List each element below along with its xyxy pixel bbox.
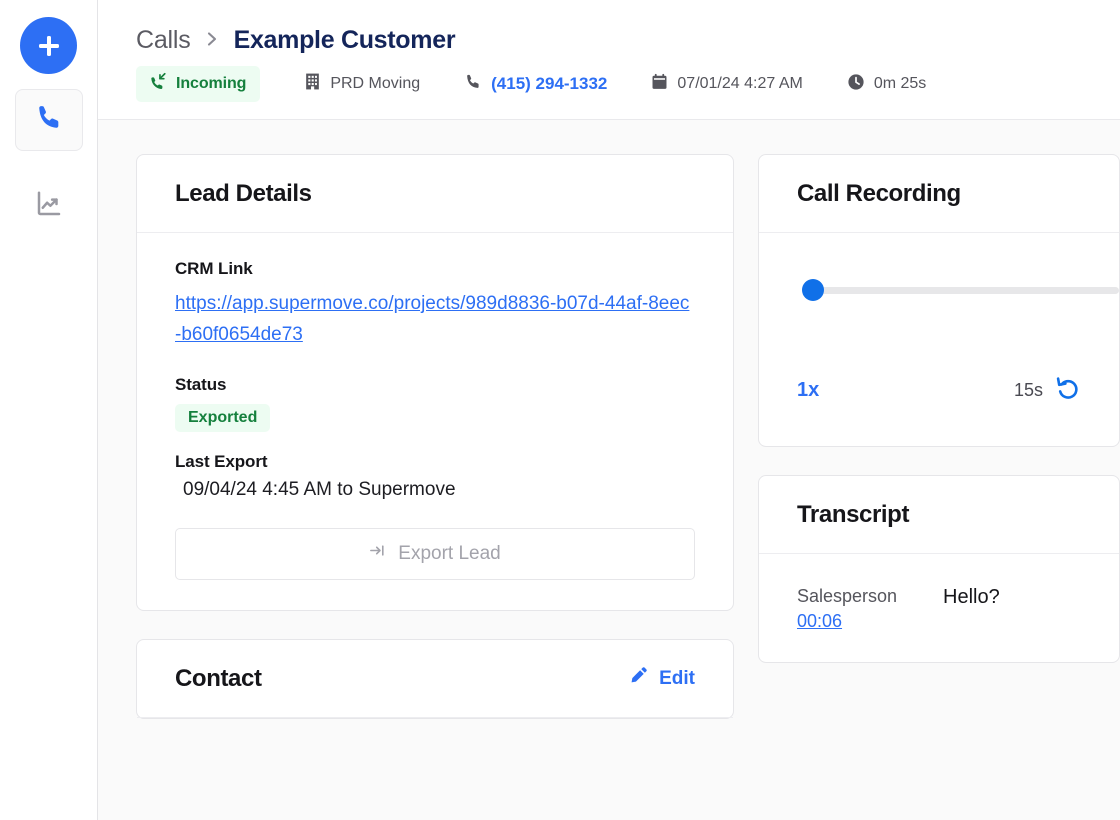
main-column: Calls Example Customer Incoming PRD Movi… xyxy=(98,0,1120,820)
export-lead-label: Export Lead xyxy=(398,542,501,564)
sidebar-item-calls[interactable] xyxy=(14,89,83,151)
status-badge-direction: Incoming xyxy=(136,66,261,102)
status-label: Status xyxy=(175,374,227,394)
building-icon xyxy=(304,72,321,96)
right-column: Call Recording 1x 15s Transcript Salespe… xyxy=(758,154,1120,664)
clock-icon xyxy=(847,73,865,96)
meta-datetime: 07/01/24 4:27 AM xyxy=(651,73,803,96)
crm-link-label: CRM Link xyxy=(175,259,253,278)
calendar-icon xyxy=(651,73,668,96)
call-recording-card: Call Recording 1x 15s xyxy=(758,154,1120,447)
transcript-timestamp-link[interactable]: 00:06 xyxy=(797,611,842,632)
lead-details-body: CRM Link https://app.supermove.co/projec… xyxy=(137,233,733,610)
playback-slider-track[interactable] xyxy=(813,286,1119,294)
transcript-title: Transcript xyxy=(797,501,910,528)
contact-edit-button[interactable]: Edit xyxy=(629,666,695,691)
transcript-text: Hello? xyxy=(943,586,1000,608)
transcript-header: Transcript xyxy=(759,476,1119,554)
pencil-icon xyxy=(629,666,648,691)
datetime-label: 07/01/24 4:27 AM xyxy=(677,75,803,92)
app-root: Calls Example Customer Incoming PRD Movi… xyxy=(0,0,1120,820)
status-badge: Exported xyxy=(175,403,271,432)
breadcrumb-item-calls[interactable]: Calls xyxy=(136,26,191,55)
sidebar-item-reports[interactable] xyxy=(15,175,83,237)
page-header: Calls Example Customer Incoming PRD Movi… xyxy=(98,0,1120,120)
content-area: Lead Details CRM Link https://app.superm… xyxy=(98,120,1120,820)
phone-icon xyxy=(34,103,64,138)
playback-slider[interactable] xyxy=(797,279,1119,301)
trending-up-chart-icon xyxy=(34,189,64,224)
duration-label: 0m 25s xyxy=(873,75,927,92)
organization-label: PRD Moving xyxy=(330,75,421,92)
export-arrow-icon xyxy=(369,542,386,565)
call-recording-title: Call Recording xyxy=(797,180,961,207)
call-recording-header: Call Recording xyxy=(759,155,1119,233)
lead-details-header: Lead Details xyxy=(137,155,733,233)
transcript-card: Transcript Salesperson 00:06 Hello? xyxy=(758,475,1120,664)
incoming-call-icon xyxy=(148,72,167,96)
playback-slider-thumb[interactable] xyxy=(802,279,824,301)
page-title: Example Customer xyxy=(233,26,456,54)
playback-controls: 1x 15s xyxy=(797,375,1081,406)
crm-link-value[interactable]: https://app.supermove.co/projects/989d88… xyxy=(175,288,695,351)
plus-icon xyxy=(35,32,63,60)
contact-header: Contact Edit xyxy=(137,640,733,718)
rewind-15-label: 15s xyxy=(1013,380,1043,400)
sidebar xyxy=(0,0,98,820)
last-export-value: 09/04/24 4:45 AM to Supermove xyxy=(183,478,456,500)
lead-details-title: Lead Details xyxy=(175,180,312,207)
call-meta-row: Incoming PRD Moving (415) 294-1332 07/01… xyxy=(136,66,1120,102)
transcript-speaker-name: Salesperson xyxy=(797,586,898,606)
direction-label: Incoming xyxy=(176,75,247,92)
left-column: Lead Details CRM Link https://app.superm… xyxy=(136,154,734,719)
playback-speed-button[interactable]: 1x xyxy=(797,379,819,402)
last-export-label: Last Export xyxy=(175,451,268,471)
meta-phone[interactable]: (415) 294-1332 xyxy=(464,73,607,96)
call-recording-body: 1x 15s xyxy=(759,233,1119,446)
breadcrumb: Calls Example Customer xyxy=(136,26,1120,55)
lead-details-card: Lead Details CRM Link https://app.superm… xyxy=(136,154,734,611)
transcript-entry: Salesperson 00:06 Hello? xyxy=(797,584,1081,632)
contact-title: Contact xyxy=(175,664,262,692)
breadcrumb-separator xyxy=(205,30,220,52)
phone-icon xyxy=(464,73,482,96)
transcript-speaker-block: Salesperson 00:06 xyxy=(797,584,915,632)
rewind-15-icon xyxy=(1055,375,1081,406)
contact-card: Contact Edit xyxy=(136,638,734,719)
meta-organization: PRD Moving xyxy=(304,72,420,96)
contact-edit-label: Edit xyxy=(659,667,695,689)
rewind-15-button[interactable]: 15s xyxy=(1014,375,1081,406)
transcript-body: Salesperson 00:06 Hello? xyxy=(759,554,1119,662)
add-button[interactable] xyxy=(20,17,77,74)
phone-number-link[interactable]: (415) 294-1332 xyxy=(491,74,607,94)
meta-duration: 0m 25s xyxy=(847,73,926,96)
export-lead-button[interactable]: Export Lead xyxy=(175,527,695,580)
